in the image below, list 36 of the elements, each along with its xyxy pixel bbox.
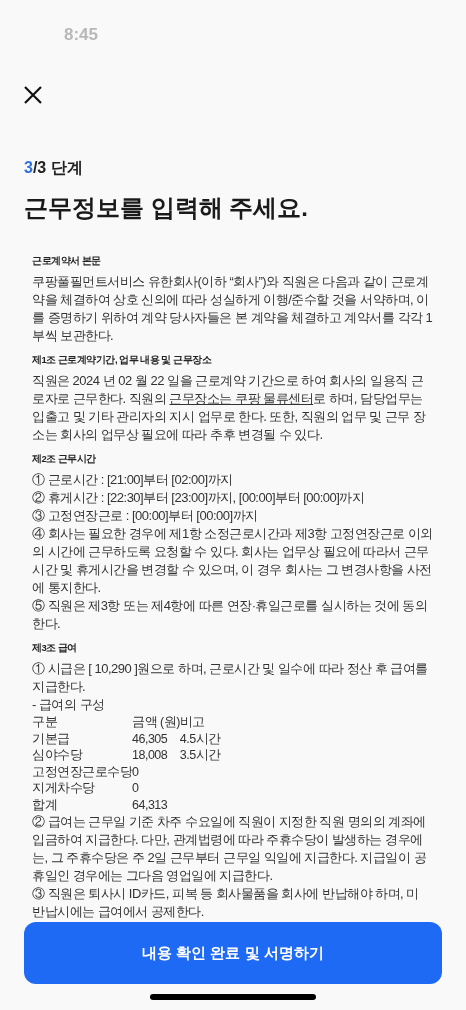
clause-text: ③ 고정연장근로 : [00:00]부터 [00:00]까지	[32, 507, 259, 525]
table-cell-text: 0	[132, 763, 140, 780]
workplace-link[interactable]: 근무장소는 쿠팡 물류센터	[169, 391, 314, 406]
clause-text: - 급여의 구성	[32, 696, 106, 714]
table-cell-text: 심야수당	[32, 747, 84, 764]
status-time: 8:45	[64, 24, 99, 47]
clause-text: 직원은 2024 년 02 월 22 일을 근로계약 기간으로 하여 회사의 일용직 근로자로 근무한다. 직원의 근무장소는 쿠팡 물류센터로 하며, 담당업무는 입출고 및 기타 관리자의 지시 업무로 한다. 또한, 직원의 업무 및 근무 장소는 회사의 업무상 필요에 따라 추후 변경될 수 있다.	[32, 372, 427, 444]
table-cell-text: 4.5시간	[179, 730, 222, 747]
sign-button[interactable]: 내용 확인 완료 및 서명하기	[24, 922, 442, 984]
page-title: 근무정보를 입력해 주세요.	[23, 193, 309, 223]
clause-text: 쿠팡풀필먼트서비스 유한회사(이하 “회사”)와 직원은 다음과 같이 근로계약을 체결하여 상호 신의에 따라 성실하게 이행/준수할 것을 서약하며, 이를 증명하기 위하여 계약 당사자들은 본 계약을 체결하고 계약서를 각각 1부씩 보관한다.	[32, 273, 434, 345]
clause-text: ④ 회사는 필요한 경우에 제1항 소정근로시간과 제3항 고정연장근로 이외의 시간에 근무하도록 요청할 수 있다. 회사는 업무상 필요에 따라서 근무시간 및 휴게시간을 변경할 수 있으며, 이 경우 회사는 그 변경사항을 사전에 통지한다.	[32, 525, 434, 597]
section-heading: 제1조 근로계약기간, 업무 내용 및 근무장소	[32, 353, 213, 367]
table-cell: 고정연장근로수당	[32, 763, 132, 780]
section-heading: 제2조 근무시간	[32, 452, 97, 466]
clause-text: ③ 직원은 퇴사시 ID카드, 피복 등 회사물품을 회사에 반납해야 하며, 미 반납시에는 급여에서 공제한다.	[32, 885, 420, 921]
table-cell-text: 46,305	[132, 730, 169, 747]
column-header: 구분	[32, 714, 58, 731]
table-cell-text: 18,008	[132, 747, 169, 764]
table-cell-text: 64,313	[132, 796, 169, 813]
clause-text: ② 휴게시간 : [22:30]부터 [23:00]까지, [00:00]부터 [00:00]까지	[32, 489, 366, 507]
clause-text: ② 급여는 근무일 기준 차주 수요일에 직원이 지정한 직원 명의의 계좌에 입금하여 지급한다. 다만, 관계법령에 따라 주휴수당이 발생하는 경우에는, 그 주휴수당은 주 2일 근무부터 근무일 익일에 지급한다. 지급일이 공휴일인 경우에는 그다음 영업일에 지급한다.	[32, 813, 428, 885]
close-icon[interactable]	[24, 86, 42, 104]
table-cell-text: 0	[132, 780, 140, 797]
column-header: 비고	[179, 714, 206, 731]
table-cell-text: 3.5시간	[179, 747, 222, 764]
clause-text: ① 근로시간 : [21:00]부터 [02:00]까지	[32, 471, 234, 489]
column-header: 금액 (원)	[132, 714, 180, 731]
clause-text: ① 시급은 [ 10,290 ]원으로 하며, 근로시간 및 일수에 따라 정산 후 급여를 지급한다.	[32, 660, 429, 696]
step-indicator: 3/3 단계	[23, 158, 84, 178]
clause-text: ⑤ 직원은 제3항 또는 제4항에 따른 연장·휴일근로를 실시하는 것에 동의한다.	[32, 597, 429, 633]
section-heading: 제3조 급여	[32, 641, 78, 655]
section-heading: 근로계약서 본문	[32, 254, 102, 268]
table-cell-text: 지게차수당	[32, 780, 96, 797]
table-cell-text: 기본급	[32, 730, 71, 747]
table-cell-text: 합계	[32, 796, 58, 813]
